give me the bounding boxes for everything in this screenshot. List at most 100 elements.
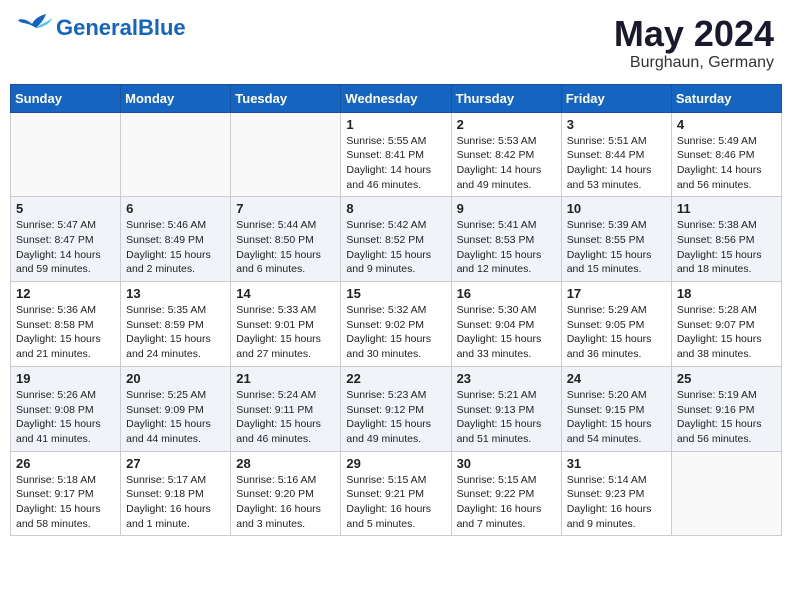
day-number: 28 — [236, 456, 335, 471]
day-info: Sunrise: 5:14 AM Sunset: 9:23 PM Dayligh… — [567, 473, 666, 532]
weekday-header-wednesday: Wednesday — [341, 84, 451, 112]
calendar-cell: 15 Sunrise: 5:32 AM Sunset: 9:02 PM Dayli… — [341, 282, 451, 367]
calendar-cell: 13Sunrise: 5:35 AM Sunset: 8:59 PM Dayli… — [121, 282, 231, 367]
day-number: 3 — [567, 117, 666, 132]
day-number: 4 — [677, 117, 776, 132]
day-info: Sunrise: 5:25 AM Sunset: 9:09 PM Dayligh… — [126, 388, 225, 447]
calendar-cell: 19 Sunrise: 5:26 AM Sunset: 9:08 PM Dayli… — [11, 366, 121, 451]
calendar-cell: 4 Sunrise: 5:49 AM Sunset: 8:46 PM Daylig… — [671, 112, 781, 197]
day-info: Sunrise: 5:46 AM Sunset: 8:49 PM Dayligh… — [126, 218, 225, 277]
calendar-cell: 17Sunrise: 5:29 AM Sunset: 9:05 PM Dayli… — [561, 282, 671, 367]
day-number: 21 — [236, 371, 335, 386]
day-number: 5 — [16, 201, 115, 216]
day-number: 14 — [236, 286, 335, 301]
day-info: Sunrise: 5:19 AM Sunset: 9:16 PM Dayligh… — [677, 388, 776, 447]
day-info: Sunrise: 5:44 AM Sunset: 8:50 PM Dayligh… — [236, 218, 335, 277]
logo-blue: Blue — [138, 15, 186, 40]
day-number: 27 — [126, 456, 225, 471]
calendar-table: SundayMondayTuesdayWednesdayThursdayFrid… — [10, 84, 782, 537]
page-container: GeneralBlue May 2024 Burghaun, Germany S… — [10, 10, 782, 536]
calendar-cell: 8 Sunrise: 5:42 AM Sunset: 8:52 PM Daylig… — [341, 197, 451, 282]
calendar-cell: 27Sunrise: 5:17 AM Sunset: 9:18 PM Dayli… — [121, 451, 231, 536]
day-info: Sunrise: 5:53 AM Sunset: 8:42 PM Dayligh… — [457, 134, 556, 193]
calendar-cell: 26Sunrise: 5:18 AM Sunset: 9:17 PM Dayli… — [11, 451, 121, 536]
calendar-cell: 23 Sunrise: 5:21 AM Sunset: 9:13 PM Dayli… — [451, 366, 561, 451]
day-info: Sunrise: 5:55 AM Sunset: 8:41 PM Dayligh… — [346, 134, 445, 193]
day-info: Sunrise: 5:51 AM Sunset: 8:44 PM Dayligh… — [567, 134, 666, 193]
calendar-cell: 5Sunrise: 5:47 AM Sunset: 8:47 PM Daylig… — [11, 197, 121, 282]
calendar-week-row-5: 26Sunrise: 5:18 AM Sunset: 9:17 PM Dayli… — [11, 451, 782, 536]
calendar-cell: 18 Sunrise: 5:28 AM Sunset: 9:07 PM Dayli… — [671, 282, 781, 367]
day-number: 6 — [126, 201, 225, 216]
calendar-cell — [231, 112, 341, 197]
calendar-cell — [121, 112, 231, 197]
day-info: Sunrise: 5:15 AM Sunset: 9:21 PM Dayligh… — [346, 473, 445, 532]
calendar-cell: 7Sunrise: 5:44 AM Sunset: 8:50 PM Daylig… — [231, 197, 341, 282]
calendar-cell — [11, 112, 121, 197]
day-info: Sunrise: 5:42 AM Sunset: 8:52 PM Dayligh… — [346, 218, 445, 277]
calendar-week-row-2: 5Sunrise: 5:47 AM Sunset: 8:47 PM Daylig… — [11, 197, 782, 282]
day-number: 12 — [16, 286, 115, 301]
day-number: 10 — [567, 201, 666, 216]
day-info: Sunrise: 5:36 AM Sunset: 8:58 PM Dayligh… — [16, 303, 115, 362]
calendar-cell: 24 Sunrise: 5:20 AM Sunset: 9:15 PM Dayli… — [561, 366, 671, 451]
calendar-cell — [671, 451, 781, 536]
calendar-title: May 2024 — [614, 14, 774, 54]
day-info: Sunrise: 5:30 AM Sunset: 9:04 PM Dayligh… — [457, 303, 556, 362]
day-number: 19 — [16, 371, 115, 386]
logo: GeneralBlue — [18, 14, 186, 42]
calendar-cell: 30Sunrise: 5:15 AM Sunset: 9:22 PM Dayli… — [451, 451, 561, 536]
weekday-header-monday: Monday — [121, 84, 231, 112]
day-info: Sunrise: 5:39 AM Sunset: 8:55 PM Dayligh… — [567, 218, 666, 277]
day-number: 31 — [567, 456, 666, 471]
day-number: 15 — [346, 286, 445, 301]
calendar-cell: 9 Sunrise: 5:41 AM Sunset: 8:53 PM Daylig… — [451, 197, 561, 282]
day-info: Sunrise: 5:33 AM Sunset: 9:01 PM Dayligh… — [236, 303, 335, 362]
calendar-cell: 10 Sunrise: 5:39 AM Sunset: 8:55 PM Dayli… — [561, 197, 671, 282]
calendar-cell: 31 Sunrise: 5:14 AM Sunset: 9:23 PM Dayli… — [561, 451, 671, 536]
calendar-cell: 25 Sunrise: 5:19 AM Sunset: 9:16 PM Dayli… — [671, 366, 781, 451]
calendar-subtitle: Burghaun, Germany — [614, 54, 774, 72]
weekday-header-sunday: Sunday — [11, 84, 121, 112]
day-number: 20 — [126, 371, 225, 386]
calendar-week-row-4: 19 Sunrise: 5:26 AM Sunset: 9:08 PM Dayli… — [11, 366, 782, 451]
day-info: Sunrise: 5:26 AM Sunset: 9:08 PM Dayligh… — [16, 388, 115, 447]
day-info: Sunrise: 5:41 AM Sunset: 8:53 PM Dayligh… — [457, 218, 556, 277]
logo-general: General — [56, 15, 138, 40]
day-number: 26 — [16, 456, 115, 471]
day-info: Sunrise: 5:49 AM Sunset: 8:46 PM Dayligh… — [677, 134, 776, 193]
day-number: 16 — [457, 286, 556, 301]
day-info: Sunrise: 5:32 AM Sunset: 9:02 PM Dayligh… — [346, 303, 445, 362]
day-info: Sunrise: 5:16 AM Sunset: 9:20 PM Dayligh… — [236, 473, 335, 532]
day-number: 25 — [677, 371, 776, 386]
day-number: 18 — [677, 286, 776, 301]
calendar-cell: 6 Sunrise: 5:46 AM Sunset: 8:49 PM Daylig… — [121, 197, 231, 282]
calendar-week-row-3: 12 Sunrise: 5:36 AM Sunset: 8:58 PM Dayli… — [11, 282, 782, 367]
calendar-cell: 16 Sunrise: 5:30 AM Sunset: 9:04 PM Dayli… — [451, 282, 561, 367]
weekday-header-row: SundayMondayTuesdayWednesdayThursdayFrid… — [11, 84, 782, 112]
day-number: 1 — [346, 117, 445, 132]
day-number: 2 — [457, 117, 556, 132]
day-number: 13 — [126, 286, 225, 301]
weekday-header-friday: Friday — [561, 84, 671, 112]
day-info: Sunrise: 5:20 AM Sunset: 9:15 PM Dayligh… — [567, 388, 666, 447]
weekday-header-saturday: Saturday — [671, 84, 781, 112]
day-info: Sunrise: 5:28 AM Sunset: 9:07 PM Dayligh… — [677, 303, 776, 362]
weekday-header-thursday: Thursday — [451, 84, 561, 112]
calendar-cell: 29Sunrise: 5:15 AM Sunset: 9:21 PM Dayli… — [341, 451, 451, 536]
day-info: Sunrise: 5:24 AM Sunset: 9:11 PM Dayligh… — [236, 388, 335, 447]
day-info: Sunrise: 5:15 AM Sunset: 9:22 PM Dayligh… — [457, 473, 556, 532]
day-number: 9 — [457, 201, 556, 216]
weekday-header-tuesday: Tuesday — [231, 84, 341, 112]
calendar-week-row-1: 1 Sunrise: 5:55 AM Sunset: 8:41 PM Daylig… — [11, 112, 782, 197]
calendar-cell: 20 Sunrise: 5:25 AM Sunset: 9:09 PM Dayli… — [121, 366, 231, 451]
day-number: 23 — [457, 371, 556, 386]
day-number: 11 — [677, 201, 776, 216]
day-number: 24 — [567, 371, 666, 386]
day-info: Sunrise: 5:21 AM Sunset: 9:13 PM Dayligh… — [457, 388, 556, 447]
day-number: 8 — [346, 201, 445, 216]
calendar-cell: 22Sunrise: 5:23 AM Sunset: 9:12 PM Dayli… — [341, 366, 451, 451]
day-info: Sunrise: 5:29 AM Sunset: 9:05 PM Dayligh… — [567, 303, 666, 362]
calendar-cell: 11Sunrise: 5:38 AM Sunset: 8:56 PM Dayli… — [671, 197, 781, 282]
calendar-cell: 2 Sunrise: 5:53 AM Sunset: 8:42 PM Daylig… — [451, 112, 561, 197]
